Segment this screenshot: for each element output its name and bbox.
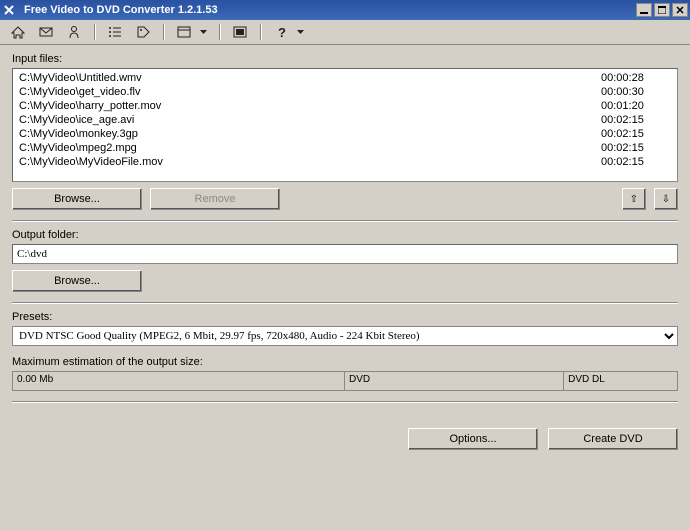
max-size-label: Maximum estimation of the output size:	[12, 356, 678, 368]
file-row[interactable]: C:\MyVideo\monkey.3gp00:02:15	[15, 127, 675, 141]
file-row[interactable]: C:\MyVideo\Untitled.wmv00:00:28	[15, 71, 675, 85]
window-title: Free Video to DVD Converter 1.2.1.53	[20, 4, 636, 16]
size-dvd-dl: DVD DL	[564, 372, 677, 390]
list-icon[interactable]	[107, 24, 123, 40]
home-icon[interactable]	[10, 24, 26, 40]
input-files-label: Input files:	[12, 53, 678, 65]
preset-select[interactable]: DVD NTSC Good Quality (MPEG2, 6 Mbit, 29…	[12, 326, 678, 346]
file-duration: 00:00:28	[601, 71, 671, 85]
titlebar: Free Video to DVD Converter 1.2.1.53	[0, 0, 690, 20]
toolbar-separator	[219, 24, 220, 40]
move-down-button[interactable]: ⇩	[654, 188, 678, 210]
minimize-button[interactable]	[636, 3, 652, 17]
file-path: C:\MyVideo\mpeg2.mpg	[19, 141, 601, 155]
browse-output-button[interactable]: Browse...	[12, 270, 142, 292]
file-row[interactable]: C:\MyVideo\mpeg2.mpg00:02:15	[15, 141, 675, 155]
svg-text:?: ?	[278, 25, 286, 39]
options-button[interactable]: Options...	[408, 428, 538, 450]
remove-button[interactable]: Remove	[150, 188, 280, 210]
file-path: C:\MyVideo\Untitled.wmv	[19, 71, 601, 85]
output-folder-input[interactable]	[12, 244, 678, 264]
user-icon[interactable]	[66, 24, 82, 40]
arrow-down-icon: ⇩	[662, 194, 670, 205]
chevron-down-icon[interactable]	[200, 29, 207, 36]
app-icon	[2, 3, 16, 17]
file-duration: 00:02:15	[601, 155, 671, 169]
mail-icon[interactable]	[38, 24, 54, 40]
file-path: C:\MyVideo\ice_age.avi	[19, 113, 601, 127]
toolbar: ?	[0, 20, 690, 45]
file-path: C:\MyVideo\MyVideoFile.mov	[19, 155, 601, 169]
file-duration: 00:02:15	[601, 113, 671, 127]
close-button[interactable]	[672, 3, 688, 17]
output-folder-label: Output folder:	[12, 229, 678, 241]
file-path: C:\MyVideo\get_video.flv	[19, 85, 601, 99]
file-row[interactable]: C:\MyVideo\get_video.flv00:00:30	[15, 85, 675, 99]
file-row[interactable]: C:\MyVideo\ice_age.avi00:02:15	[15, 113, 675, 127]
toolbar-separator	[260, 24, 261, 40]
toolbar-separator	[163, 24, 164, 40]
file-path: C:\MyVideo\harry_potter.mov	[19, 99, 601, 113]
browse-input-button[interactable]: Browse...	[12, 188, 142, 210]
chevron-down-icon[interactable]	[297, 29, 304, 36]
window-icon[interactable]	[176, 24, 192, 40]
size-current: 0.00 Mb	[13, 372, 345, 390]
size-bar: 0.00 Mb DVD DVD DL	[12, 371, 678, 391]
size-dvd: DVD	[345, 372, 564, 390]
file-row[interactable]: C:\MyVideo\harry_potter.mov00:01:20	[15, 99, 675, 113]
file-path: C:\MyVideo\monkey.3gp	[19, 127, 601, 141]
file-duration: 00:01:20	[601, 99, 671, 113]
create-dvd-button[interactable]: Create DVD	[548, 428, 678, 450]
toolbar-separator	[94, 24, 95, 40]
file-row[interactable]: C:\MyVideo\MyVideoFile.mov00:02:15	[15, 155, 675, 169]
presets-label: Presets:	[12, 311, 678, 323]
move-up-button[interactable]: ⇧	[622, 188, 646, 210]
arrow-up-icon: ⇧	[630, 194, 638, 205]
file-duration: 00:02:15	[601, 127, 671, 141]
file-duration: 00:00:30	[601, 85, 671, 99]
help-icon[interactable]: ?	[273, 24, 289, 40]
maximize-button[interactable]	[654, 3, 670, 17]
file-list[interactable]: C:\MyVideo\Untitled.wmv00:00:28C:\MyVide…	[12, 68, 678, 182]
file-duration: 00:02:15	[601, 141, 671, 155]
screen-icon[interactable]	[232, 24, 248, 40]
tag-icon[interactable]	[135, 24, 151, 40]
